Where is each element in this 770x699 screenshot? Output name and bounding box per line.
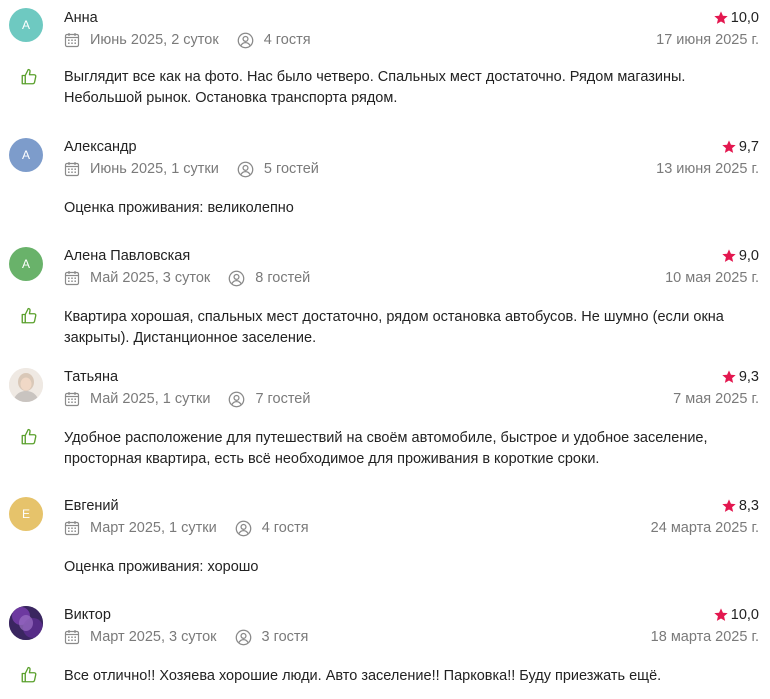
stay-period: Март 2025, 3 суток (90, 629, 217, 645)
rating-badge: 10,0 (713, 9, 759, 27)
rating-value: 9,7 (738, 139, 759, 155)
stay-info: Май 2025, 3 суток 8 гостей (64, 269, 310, 287)
avatar-letter: А (21, 18, 30, 32)
guest-count: 8 гостей (255, 270, 311, 286)
calendar-icon (64, 520, 80, 536)
review-date: 7 мая 2025 г. (673, 391, 759, 407)
review-date: 17 июня 2025 г. (656, 32, 759, 48)
rating-value: 8,3 (738, 498, 759, 514)
guest-count: 7 гостей (255, 391, 311, 407)
thumbs-up-icon (20, 307, 38, 325)
star-icon (721, 498, 737, 514)
reviewer-name: Евгений (64, 498, 119, 514)
user-circle-icon (228, 270, 245, 287)
reviewer-name: Татьяна (64, 369, 119, 385)
avatar[interactable] (9, 606, 43, 640)
star-icon (721, 248, 737, 264)
reviewer-name: Александр (64, 139, 137, 155)
user-circle-icon (237, 161, 254, 178)
rating-badge: 8,3 (721, 497, 759, 515)
star-icon (713, 607, 729, 623)
review-text: Квартира хорошая, спальных мест достаточ… (64, 309, 724, 346)
guest-count: 4 гостя (263, 32, 311, 48)
star-icon (721, 139, 737, 155)
stay-info: Май 2025, 1 сутки 7 гостей (64, 390, 310, 408)
reviewer-name: Виктор (64, 607, 111, 623)
stay-info: Июнь 2025, 1 сутки 5 гостей (64, 160, 319, 178)
user-circle-icon (235, 520, 252, 537)
reviewer-name: Алена Павловская (64, 248, 191, 264)
rating-badge: 9,3 (721, 368, 759, 386)
stay-period: Май 2025, 1 сутки (90, 391, 211, 407)
review-date: 24 марта 2025 г. (650, 520, 759, 536)
review-date: 10 мая 2025 г. (665, 270, 759, 286)
avatar[interactable]: А (9, 8, 43, 42)
guest-count: 5 гостей (263, 161, 319, 177)
rating-value: 10,0 (730, 607, 759, 623)
reviewer-name: Анна (64, 10, 98, 26)
calendar-icon (64, 32, 80, 48)
user-circle-icon (235, 629, 252, 646)
guest-count: 4 гостя (261, 520, 309, 536)
stay-info: Март 2025, 1 сутки 4 гостя (64, 519, 309, 537)
calendar-icon (64, 270, 80, 286)
stay-period: Июнь 2025, 2 суток (90, 32, 219, 48)
avatar-photo (9, 606, 43, 640)
rating-badge: 10,0 (713, 606, 759, 624)
calendar-icon (64, 161, 80, 177)
star-icon (721, 369, 737, 385)
review-date: 13 июня 2025 г. (656, 161, 759, 177)
calendar-icon (64, 629, 80, 645)
stay-period: Июнь 2025, 1 сутки (90, 161, 219, 177)
review-date: 18 марта 2025 г. (650, 629, 759, 645)
avatar[interactable]: Е (9, 497, 43, 531)
review-text: Удобное расположение для путешествий на … (64, 430, 708, 467)
avatar-letter: Е (21, 507, 30, 521)
avatar[interactable]: А (9, 138, 43, 172)
review-text: Все отлично!! Хозяева хорошие люди. Авто… (64, 668, 662, 684)
stay-info: Июнь 2025, 2 суток 4 гостя (64, 31, 311, 49)
thumbs-up-icon (20, 68, 38, 86)
rating-value: 9,3 (738, 369, 759, 385)
rating-badge: 9,0 (721, 247, 759, 265)
star-icon (713, 10, 729, 26)
rating-badge: 9,7 (721, 138, 759, 156)
calendar-icon (64, 391, 80, 407)
avatar-photo (9, 368, 43, 402)
user-circle-icon (237, 32, 254, 49)
guest-count: 3 гостя (261, 629, 309, 645)
rating-value: 10,0 (730, 10, 759, 26)
avatar[interactable] (9, 368, 43, 402)
review-text: Оценка проживания: хорошо (64, 559, 259, 575)
avatar[interactable]: А (9, 247, 43, 281)
stay-info: Март 2025, 3 суток 3 гостя (64, 628, 308, 646)
stay-period: Май 2025, 3 суток (90, 270, 211, 286)
user-circle-icon (228, 391, 245, 408)
stay-period: Март 2025, 1 сутки (90, 520, 217, 536)
review-text: Выглядит все как на фото. Нас было четве… (64, 69, 686, 106)
thumbs-up-icon (20, 428, 38, 446)
review-text: Оценка проживания: великолепно (64, 200, 294, 216)
thumbs-up-icon (20, 666, 38, 684)
avatar-letter: А (21, 257, 30, 271)
rating-value: 9,0 (738, 248, 759, 264)
avatar-letter: А (21, 148, 30, 162)
